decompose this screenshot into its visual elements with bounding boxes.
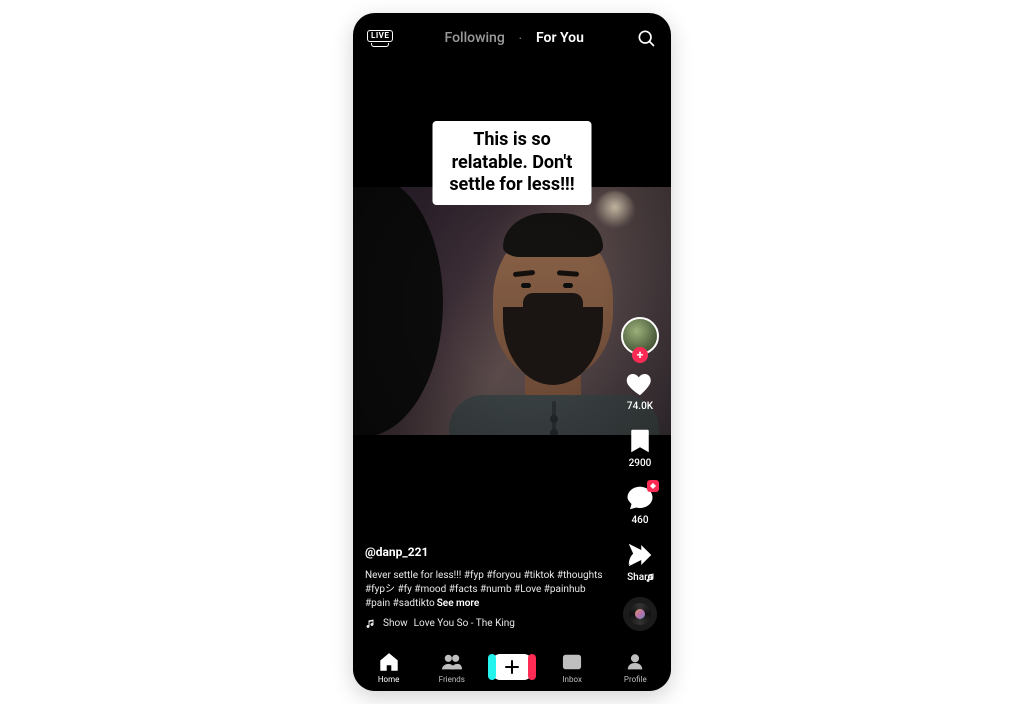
home-icon	[378, 651, 400, 673]
author-username[interactable]: @danp_221	[365, 544, 607, 561]
sound-disc[interactable]	[623, 597, 657, 631]
sound-row[interactable]: Show Love You So - The King	[365, 617, 607, 631]
share-button[interactable]: Share	[625, 540, 655, 583]
nav-friends-label: Friends	[439, 675, 465, 684]
video-description[interactable]: Never settle for less!!! #fyp #foryou #t…	[365, 570, 603, 609]
nav-friends[interactable]: Friends	[425, 651, 479, 684]
see-more-button[interactable]: See more	[437, 598, 480, 609]
bookmark-icon	[625, 426, 655, 456]
tab-for-you[interactable]: For You	[536, 30, 584, 46]
feed-tabs: Following · For You	[445, 30, 584, 46]
bookmark-button[interactable]: 2900	[625, 426, 655, 469]
create-icon	[492, 654, 532, 680]
inbox-icon	[561, 651, 583, 673]
nav-home[interactable]: Home	[362, 651, 416, 684]
sound-prefix: Show	[383, 617, 408, 631]
music-icon	[365, 618, 377, 630]
search-icon	[636, 28, 656, 48]
caption-overlay: This is so relatable. Don't settle for l…	[433, 121, 592, 205]
bookmark-count: 2900	[629, 458, 652, 469]
heart-icon	[625, 369, 655, 399]
share-label: Share	[627, 572, 653, 583]
nav-home-label: Home	[378, 675, 400, 684]
live-icon: LIVE	[367, 30, 393, 42]
nav-create[interactable]	[488, 654, 536, 680]
friends-icon	[441, 651, 463, 673]
tab-following[interactable]: Following	[445, 30, 505, 46]
nav-profile-label: Profile	[624, 675, 647, 684]
comment-count: 460	[631, 515, 648, 526]
nav-inbox[interactable]: Inbox	[545, 651, 599, 684]
nav-inbox-label: Inbox	[562, 675, 582, 684]
like-count: 74.0K	[627, 401, 653, 412]
author-avatar[interactable]: +	[621, 317, 659, 355]
sound-title: Love You So - The King	[414, 617, 515, 631]
bottom-nav: Home Friends Inbox Profi	[353, 643, 671, 691]
nav-profile[interactable]: Profile	[608, 651, 662, 684]
top-bar: LIVE Following · For You	[353, 23, 671, 53]
follow-button[interactable]: +	[632, 347, 648, 363]
comment-badge-icon	[647, 480, 659, 492]
search-button[interactable]	[635, 27, 657, 49]
profile-icon	[624, 651, 646, 673]
comment-button[interactable]: 460	[625, 483, 655, 526]
comment-icon	[625, 483, 655, 513]
action-rail: + 74.0K 2900 460	[617, 317, 663, 631]
like-button[interactable]: 74.0K	[625, 369, 655, 412]
phone-frame: LIVE Following · For You This is so rela…	[353, 13, 671, 691]
video-meta: @danp_221 Never settle for less!!! #fyp …	[365, 544, 607, 631]
share-icon	[625, 540, 655, 570]
live-button[interactable]: LIVE	[367, 30, 393, 47]
